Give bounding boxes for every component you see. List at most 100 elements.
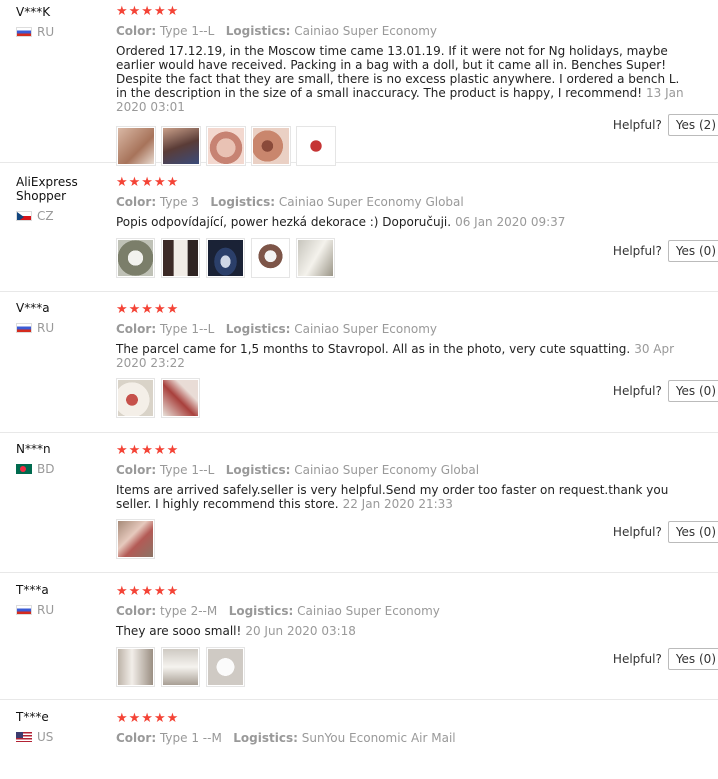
logistics-label: Logistics: (210, 195, 276, 209)
reviewer-name: T***a (16, 583, 49, 597)
logistics-label: Logistics: (233, 731, 298, 745)
helpful-yes-button[interactable]: Yes (0) (667, 648, 718, 670)
review-content: Ordered 17.12.19, in the Moscow time cam… (116, 44, 680, 100)
color-value: Type 1--L (159, 322, 215, 336)
helpful-vote: Helpful? Yes (0) (613, 240, 718, 262)
review-text: Popis odpovídající, power hezká dekorace… (116, 215, 686, 229)
country-code: RU (37, 321, 55, 335)
flag-ru-icon (16, 323, 32, 333)
country-code: RU (37, 25, 55, 39)
review-photo[interactable] (116, 647, 155, 687)
reviewer-name: AliExpress Shopper (16, 175, 78, 203)
flag-ru-icon (16, 605, 32, 615)
review-photo[interactable] (116, 519, 155, 559)
logistics-value: Cainiao Super Economy (294, 24, 437, 38)
review-photos (116, 126, 686, 166)
review-meta: Color: Type 3 Logistics: Cainiao Super E… (116, 194, 686, 210)
review-meta: Color: Type 1 --M Logistics: SunYou Econ… (116, 730, 686, 746)
review-item: T***a RU ★★★★★ Color: type 2--M Logistic… (0, 572, 718, 700)
review-photo[interactable] (116, 238, 155, 278)
review-body: ★★★★★ Color: Type 1 --M Logistics: SunYo… (116, 711, 686, 746)
flag-cz-icon (16, 211, 32, 221)
review-photo[interactable] (116, 378, 155, 418)
reviewer-info: N***n BD (16, 442, 111, 476)
review-body: ★★★★★ Color: Type 1--L Logistics: Cainia… (116, 302, 686, 418)
logistics-value: Cainiao Super Economy (294, 322, 437, 336)
review-photos (116, 238, 686, 278)
review-body: ★★★★★ Color: type 2--M Logistics: Cainia… (116, 584, 686, 687)
color-label: Color: (116, 195, 157, 209)
reviewer-info: V***K RU (16, 5, 111, 39)
review-date: 22 Jan 2020 21:33 (342, 497, 453, 511)
helpful-yes-button[interactable]: Yes (0) (667, 521, 718, 543)
review-photo[interactable] (161, 126, 201, 166)
helpful-yes-button[interactable]: Yes (0) (667, 240, 718, 262)
helpful-yes-button[interactable]: Yes (0) (667, 380, 718, 402)
reviewer-info: T***e US (16, 710, 111, 744)
country-code: BD (37, 462, 55, 476)
color-value: type 2--M (159, 604, 218, 618)
review-meta: Color: type 2--M Logistics: Cainiao Supe… (116, 603, 686, 619)
review-photo[interactable] (296, 126, 336, 166)
review-item: T***e US ★★★★★ Color: Type 1 --M Logisti… (0, 699, 718, 779)
color-value: Type 1 --M (159, 731, 222, 745)
logistics-label: Logistics: (228, 604, 294, 618)
reviewer-country: US (16, 730, 111, 744)
logistics-label: Logistics: (225, 322, 291, 336)
review-photo[interactable] (296, 238, 335, 278)
reviewer-country: CZ (16, 209, 111, 223)
reviewer-country: BD (16, 462, 111, 476)
review-photos (116, 519, 686, 559)
star-rating: ★★★★★ (116, 175, 180, 190)
logistics-value: Cainiao Super Economy Global (294, 463, 480, 477)
flag-ru-icon (16, 27, 32, 37)
review-content: They are sooo small! (116, 624, 242, 638)
review-photo[interactable] (161, 378, 200, 418)
logistics-value: Cainiao Super Economy (297, 604, 440, 618)
reviewer-name: V***K (16, 5, 51, 19)
review-meta: Color: Type 1--L Logistics: Cainiao Supe… (116, 321, 686, 337)
reviewer-name: T***e (16, 710, 49, 724)
reviewer-info: V***a RU (16, 301, 111, 335)
review-photo[interactable] (251, 238, 290, 278)
color-label: Color: (116, 463, 157, 477)
country-code: US (37, 730, 54, 744)
review-photo[interactable] (206, 647, 245, 687)
flag-bd-icon (16, 464, 32, 474)
helpful-label: Helpful? (612, 118, 662, 132)
review-date: 06 Jan 2020 09:37 (455, 215, 566, 229)
flag-us-icon (16, 732, 32, 742)
color-label: Color: (116, 24, 157, 38)
country-code: RU (37, 603, 55, 617)
color-value: Type 1--L (159, 24, 215, 38)
review-item: AliExpress Shopper CZ ★★★★★ Color: Type … (0, 162, 718, 292)
review-body: ★★★★★ Color: Type 3 Logistics: Cainiao S… (116, 175, 686, 278)
helpful-label: Helpful? (612, 244, 662, 258)
review-item: V***a RU ★★★★★ Color: Type 1--L Logistic… (0, 291, 718, 433)
star-rating: ★★★★★ (116, 4, 180, 19)
review-photo[interactable] (206, 238, 245, 278)
helpful-vote: Helpful? Yes (0) (613, 521, 718, 543)
review-photo[interactable] (251, 126, 291, 166)
review-text: The parcel came for 1,5 months to Stavro… (116, 342, 686, 370)
review-photo[interactable] (206, 126, 246, 166)
color-value: Type 1--L (159, 463, 215, 477)
review-photo[interactable] (116, 126, 156, 166)
color-label: Color: (116, 604, 157, 618)
review-photos (116, 647, 686, 687)
reviewer-country: RU (16, 321, 111, 335)
star-rating: ★★★★★ (116, 584, 180, 599)
logistics-label: Logistics: (225, 463, 291, 477)
color-label: Color: (116, 731, 157, 745)
star-rating: ★★★★★ (116, 711, 180, 726)
review-date: 20 Jun 2020 03:18 (245, 624, 356, 638)
logistics-value: SunYou Economic Air Mail (301, 731, 456, 745)
review-meta: Color: Type 1--L Logistics: Cainiao Supe… (116, 23, 686, 39)
helpful-yes-button[interactable]: Yes (2) (667, 114, 718, 136)
star-rating: ★★★★★ (116, 443, 180, 458)
review-photo[interactable] (161, 238, 200, 278)
helpful-label: Helpful? (612, 652, 662, 666)
review-body: ★★★★★ Color: Type 1--L Logistics: Cainia… (116, 443, 686, 559)
review-photo[interactable] (161, 647, 200, 687)
color-value: Type 3 (159, 195, 199, 209)
